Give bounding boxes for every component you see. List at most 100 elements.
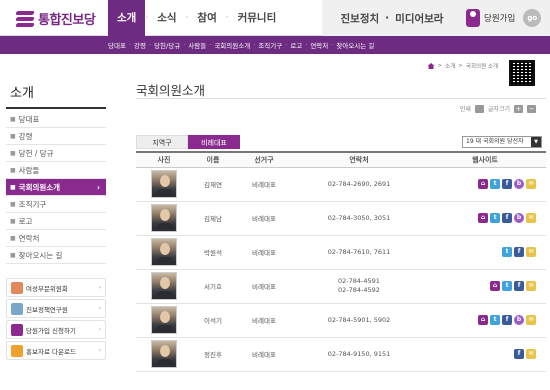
member-name[interactable]: 이석기 bbox=[192, 303, 234, 338]
email-icon[interactable]: ✉ bbox=[526, 179, 536, 189]
nav-item-news[interactable]: 소식 bbox=[148, 0, 185, 36]
subnav-item[interactable]: 강령 bbox=[134, 40, 146, 50]
blog-icon[interactable]: b bbox=[514, 315, 524, 325]
sidebar-title: 소개 bbox=[6, 78, 106, 109]
sidebar-item[interactable]: ■ 강령 bbox=[6, 128, 106, 145]
facebook-icon[interactable]: f bbox=[502, 179, 512, 189]
contact-cell: 02-784-4591 02-784-4592 bbox=[294, 269, 424, 304]
homepage-icon[interactable]: ⌂ bbox=[490, 281, 500, 291]
member-name[interactable]: 김재연 bbox=[192, 167, 234, 202]
website-cell: ⌂ t f ✉ bbox=[424, 269, 546, 304]
member-photo[interactable] bbox=[151, 272, 177, 300]
banner-label: 여성부문위원회 bbox=[26, 284, 68, 293]
sidebar-menu: ■ 당대표 ■ 강령 ■ 당헌 / 당규 ■ 사람들 ■ 국회의원소개 › ■ 조직기구 ■ 로고 ■ 연락처 ■… bbox=[6, 111, 106, 264]
homepage-icon[interactable]: ⌂ bbox=[478, 315, 488, 325]
contact-cell: 02-784-7610, 7611 bbox=[294, 235, 424, 270]
sidebar: 소개 ■ 당대표 ■ 강령 ■ 당헌 / 당규 ■ 사람들 ■ 국회의원소개 › ■ 조직기구 ■ 로고 ■ 연… bbox=[6, 78, 106, 362]
facebook-icon[interactable]: f bbox=[502, 315, 512, 325]
banner-pr-download[interactable]: 홍보자료 다운로드 › bbox=[6, 341, 106, 360]
twitter-icon[interactable]: t bbox=[502, 247, 512, 257]
session-select[interactable]: 19 대 국회의원 당선자 ▼ bbox=[462, 136, 542, 148]
website-links: ⌂ t f b ✉ bbox=[424, 179, 546, 189]
subnav-item[interactable]: 조직기구 bbox=[258, 40, 282, 50]
member-name[interactable]: 김제남 bbox=[192, 201, 234, 236]
nav-item-participation[interactable]: 참여 bbox=[188, 0, 225, 36]
member-name[interactable]: 정진후 bbox=[192, 337, 234, 372]
subnav-item[interactable]: 사람들 bbox=[188, 40, 206, 50]
contact-cell: 02-784-3050, 3051 bbox=[294, 201, 424, 236]
subnav-item[interactable]: 로고 bbox=[290, 40, 302, 50]
member-photo[interactable] bbox=[151, 170, 177, 198]
subnav-item[interactable]: 국회의원소개 bbox=[214, 40, 250, 50]
photo-cell bbox=[136, 235, 192, 270]
twitter-icon[interactable]: t bbox=[490, 213, 500, 223]
breadcrumb-item[interactable]: 소개 bbox=[445, 62, 455, 70]
bullet-icon: ■ bbox=[10, 251, 16, 259]
sidebar-item[interactable]: ■ 찾아오시는 길 bbox=[6, 247, 106, 264]
subnav-item[interactable]: 당대표 bbox=[108, 40, 126, 50]
sidebar-item[interactable]: ■ 조직기구 bbox=[6, 196, 106, 213]
email-icon[interactable]: ✉ bbox=[526, 213, 536, 223]
twitter-icon[interactable]: t bbox=[490, 315, 500, 325]
blog-icon[interactable]: b bbox=[514, 179, 524, 189]
banner-join-request[interactable]: 당원가입 신청하기 › bbox=[6, 320, 106, 339]
join-party-label[interactable]: 당원가입 bbox=[484, 12, 515, 24]
tab-district[interactable]: 지역구 bbox=[136, 135, 188, 149]
sidebar-item-label: 사람들 bbox=[18, 165, 40, 175]
chevron-right-icon: › bbox=[98, 284, 101, 291]
website-links: t f ✉ bbox=[424, 247, 546, 257]
email-icon[interactable]: ✉ bbox=[526, 281, 536, 291]
sidebar-item-content: ■ 국회의원소개 bbox=[10, 179, 60, 196]
facebook-icon[interactable]: f bbox=[514, 281, 524, 291]
contact-phone: 02-784-2690, 2691 bbox=[327, 179, 391, 188]
breadcrumb-separator: > bbox=[458, 63, 463, 69]
sidebar-item[interactable]: ■ 국회의원소개 › bbox=[6, 179, 106, 196]
email-icon[interactable]: ✉ bbox=[526, 315, 536, 325]
facebook-icon[interactable]: f bbox=[502, 213, 512, 223]
member-photo[interactable] bbox=[151, 306, 177, 334]
nav-item-progressive-politics[interactable]: 진보정치 bbox=[341, 11, 380, 26]
print-icon[interactable] bbox=[474, 104, 484, 113]
homepage-icon[interactable]: ⌂ bbox=[478, 213, 488, 223]
member-photo[interactable] bbox=[151, 204, 177, 232]
session-select-value: 19 대 국회의원 당선자 bbox=[466, 138, 524, 145]
sidebar-item[interactable]: ■ 당대표 bbox=[6, 111, 106, 128]
subnav-item[interactable]: 당헌/당규 bbox=[154, 40, 180, 50]
email-icon[interactable]: ✉ bbox=[526, 247, 536, 257]
member-photo[interactable] bbox=[151, 238, 177, 266]
sidebar-item[interactable]: ■ 로고 bbox=[6, 213, 106, 230]
twitter-icon[interactable]: t bbox=[502, 281, 512, 291]
site-logo[interactable]: 통합진보당 bbox=[15, 9, 96, 28]
photo-cell bbox=[136, 201, 192, 236]
member-district: 비례대표 bbox=[234, 201, 294, 236]
nav-item-intro[interactable]: 소개 bbox=[108, 0, 146, 36]
facebook-icon[interactable]: f bbox=[514, 247, 524, 257]
blog-icon[interactable]: b bbox=[514, 213, 524, 223]
email-icon[interactable]: ✉ bbox=[526, 349, 536, 359]
member-photo[interactable] bbox=[151, 340, 177, 368]
twitter-icon[interactable]: t bbox=[490, 179, 500, 189]
top-header: 통합진보당 소개 · 소식 · 참여 · 커뮤니티 진보정치 · 미디어보라 당… bbox=[0, 0, 550, 36]
facebook-icon[interactable]: f bbox=[514, 349, 524, 359]
sub-nav: 당대표 · 강령 · 당헌/당규 · 사람들 · 국회의원소개 · 조직기구 · 로고 · 연락처 · 찾아오시… bbox=[108, 36, 374, 54]
homepage-icon[interactable]: ⌂ bbox=[478, 179, 488, 189]
nav-item-media[interactable]: 미디어보라 bbox=[395, 11, 443, 26]
member-name[interactable]: 서기호 bbox=[192, 269, 234, 304]
sidebar-item[interactable]: ■ 당헌 / 당규 bbox=[6, 145, 106, 162]
font-size-label: 글자크기 bbox=[487, 106, 510, 113]
tab-proportional[interactable]: 비례대표 bbox=[188, 135, 240, 149]
banner-policy-institute[interactable]: 진보정책연구원 › bbox=[6, 299, 106, 318]
nav-item-community[interactable]: 커뮤니티 bbox=[229, 0, 286, 36]
subnav-item[interactable]: 연락처 bbox=[310, 40, 328, 50]
go-button[interactable]: go bbox=[523, 9, 542, 27]
banner-women-committee[interactable]: 여성부문위원회 › bbox=[6, 278, 106, 297]
sidebar-item[interactable]: ■ 연락처 bbox=[6, 230, 106, 247]
member-name[interactable]: 박원석 bbox=[192, 235, 234, 270]
zoom-in-icon[interactable]: + bbox=[514, 104, 523, 113]
zoom-out-icon[interactable]: − bbox=[527, 104, 536, 113]
website-links: ⌂ t f b ✉ bbox=[424, 315, 546, 325]
home-icon[interactable] bbox=[427, 63, 435, 69]
subnav-item[interactable]: 찾아오시는 길 bbox=[336, 40, 374, 50]
bullet-icon: ■ bbox=[10, 149, 16, 157]
sidebar-item[interactable]: ■ 사람들 bbox=[6, 162, 106, 179]
